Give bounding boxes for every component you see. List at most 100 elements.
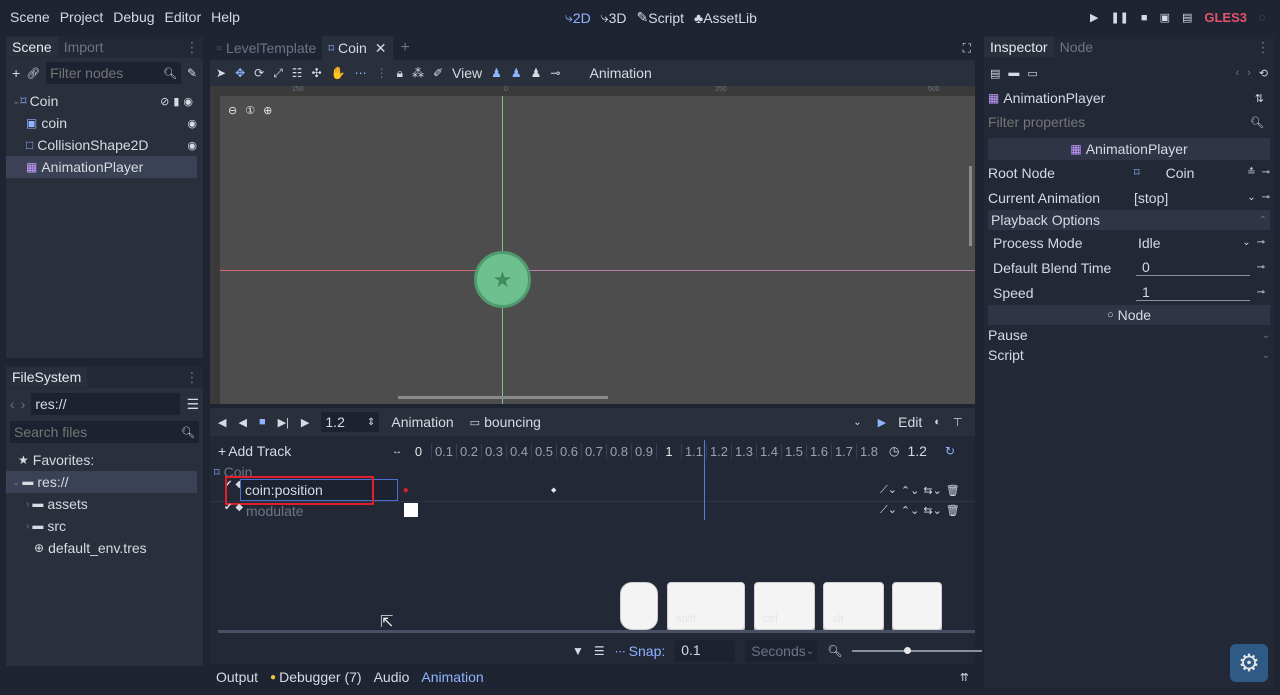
process-mode-select[interactable]: Idle ⌄ ⊸ [1138, 235, 1265, 251]
open-resource-icon[interactable]: ▬ [1008, 67, 1019, 79]
script-tool-icon[interactable]: ✎ [187, 66, 197, 80]
anim-position-spinbox[interactable]: 1.2 ⇕ [321, 412, 380, 432]
play-scene-icon[interactable]: ▣ [1160, 11, 1170, 24]
bones-icon[interactable]: ✐ [433, 66, 443, 80]
track-list-icon[interactable]: ☰ [594, 644, 605, 658]
section-playback-options[interactable]: Playback Options ⌃ [988, 210, 1270, 230]
pin-icon[interactable]: ⊤ [953, 416, 963, 429]
onion-skin-icon[interactable]: ◐ [934, 416, 941, 428]
track-name-modulate[interactable]: modulate [246, 503, 304, 519]
split-view-icon[interactable]: ☰ [186, 396, 199, 413]
key-icon[interactable]: ⊸ [1262, 167, 1270, 178]
workspace-2d[interactable]: ⤷ 2D [565, 9, 591, 26]
tab-audio[interactable]: Audio [374, 669, 410, 685]
expand-panel-icon[interactable]: ⇈ [960, 671, 969, 684]
tab-animation[interactable]: Animation [421, 669, 483, 685]
key-icon[interactable]: ⊸ [1257, 262, 1265, 273]
snap-step-field[interactable]: 0.1 [675, 640, 736, 662]
nav-forward-icon[interactable]: › [21, 396, 26, 412]
add-track-button[interactable]: + Add Track ↔ [210, 443, 406, 459]
save-resource-icon[interactable]: ▭ [1027, 67, 1037, 80]
workspace-3d[interactable]: ⤷ 3D [601, 9, 627, 26]
key-icon[interactable]: ⊸ [1262, 192, 1270, 203]
fit-width-icon[interactable]: ↔ [392, 446, 402, 457]
add-node-icon[interactable]: + [12, 65, 20, 81]
animation-menu-button[interactable]: Animation [391, 414, 453, 430]
keyframe-marker[interactable]: ◆ [403, 486, 408, 494]
history-icon[interactable]: ⟲ [1259, 67, 1268, 80]
play-backwards-icon[interactable]: ◀ [218, 416, 226, 429]
timeline-scrollbar[interactable] [218, 630, 975, 633]
key-scale-icon[interactable]: ♟ [531, 66, 542, 80]
keyframe-color-swatch[interactable] [404, 503, 418, 517]
timeline-zoom-slider[interactable] [852, 647, 983, 654]
clear-icon[interactable]: ≛ [1247, 167, 1255, 178]
dock-menu-icon[interactable]: ⋮ [185, 369, 199, 386]
object-properties-icon[interactable]: ⇅ [1255, 92, 1264, 105]
autoplay-icon[interactable]: ▶ [878, 416, 886, 429]
fs-file-default-env[interactable]: ⊕ default_env.tres [6, 537, 203, 559]
visibility-eye-icon[interactable]: ◉ [187, 117, 197, 130]
section-script[interactable]: Script ⌄ [988, 345, 1270, 365]
tree-node-coin-root[interactable]: ⌄ ⌑ Coin ⊘▮◉ [6, 90, 203, 112]
blend-time-field[interactable]: 0 ⊸ [1136, 259, 1265, 276]
key-rotation-icon[interactable]: ♟ [511, 66, 522, 80]
coin-sprite[interactable]: ★ [474, 251, 531, 308]
tab-inspector[interactable]: Inspector [984, 37, 1054, 57]
tab-filesystem[interactable]: FileSystem [6, 367, 88, 387]
nav-back-icon[interactable]: ‹ [10, 396, 15, 412]
tab-node[interactable]: Node [1054, 37, 1099, 57]
update-mode-icon[interactable]: ⟋⌄ [880, 503, 897, 517]
play-backwards-start-icon[interactable]: ◀ [238, 416, 246, 429]
loop-icon[interactable]: ↻ [945, 444, 955, 458]
tree-node-collisionshape[interactable]: □ CollisionShape2D ◉ [6, 134, 203, 156]
pivot-tool-icon[interactable]: ✣ [312, 66, 322, 80]
scale-tool-icon[interactable]: ⤢ [273, 66, 283, 81]
tab-leveltemplate[interactable]: ○ LevelTemplate [210, 36, 322, 60]
update-mode-icon[interactable]: ⟋⌄ [880, 483, 897, 497]
move-tool-icon[interactable]: ✥ [235, 66, 245, 80]
zoom-out-icon[interactable]: ⊖ [228, 104, 237, 117]
keyframe-marker[interactable]: ◆ [551, 486, 556, 494]
current-animation-select[interactable]: [stop] ⌄ ⊸ [1134, 190, 1270, 206]
tab-scene[interactable]: Scene [6, 37, 58, 57]
stop-icon[interactable]: ■ [1141, 12, 1148, 24]
canvas-viewport[interactable]: 250 0 250 500 ⊖ ① ⊕ ★ [210, 86, 975, 404]
menu-project[interactable]: Project [60, 9, 104, 25]
fs-folder-src[interactable]: › ▬ src [6, 515, 203, 537]
loop-wrap-icon[interactable]: ⇆⌄ [923, 504, 941, 517]
track-enable-checkbox[interactable]: ✔ [224, 502, 232, 513]
workspace-assetlib[interactable]: ♣ AssetLib [694, 10, 757, 26]
fs-root-item[interactable]: ⌄ ▬ res:// [6, 471, 197, 493]
menu-scene[interactable]: Scene [10, 9, 50, 25]
tree-node-coin[interactable]: ▣ coin ◉ [6, 112, 203, 134]
link-icon[interactable]: 🔗︎ [26, 67, 40, 80]
zoom-in-icon[interactable]: ⊕ [263, 104, 272, 117]
select-tool-icon[interactable]: ➤ [216, 66, 226, 80]
path-field[interactable]: res:// [35, 396, 66, 412]
tab-import[interactable]: Import [58, 37, 110, 57]
interp-mode-icon[interactable]: ⌃⌄ [901, 504, 919, 517]
key-insert-icon[interactable]: ⊸ [550, 66, 560, 80]
slider-grabber[interactable] [904, 647, 912, 654]
play-start-icon[interactable]: ▶| [278, 416, 289, 429]
snap-toggle[interactable]: ⋯ Snap: [615, 643, 666, 659]
play-icon[interactable]: ▶ [301, 416, 309, 429]
tab-debugger[interactable]: ● Debugger (7) [270, 669, 362, 685]
workspace-script[interactable]: ✎ Script [637, 9, 685, 26]
animation-length-field[interactable]: 1.2 [907, 443, 926, 459]
distraction-free-icon[interactable]: ⛶ [963, 41, 971, 56]
tab-output[interactable]: Output [216, 669, 258, 685]
animation-menu[interactable]: Animation [589, 65, 651, 81]
filter-nodes-input[interactable] [50, 65, 151, 81]
play-custom-icon[interactable]: ▤ [1182, 11, 1192, 24]
rotate-tool-icon[interactable]: ⟳ [254, 66, 264, 80]
close-icon[interactable]: ✕ [375, 40, 387, 57]
lock-icon[interactable]: 🔒︎ [397, 66, 403, 81]
node-status-icons[interactable]: ⊘▮◉ [160, 95, 197, 108]
zoom-reset-icon[interactable]: ① [245, 104, 255, 117]
root-node-field[interactable]: ⌑ Coin ≛ ⊸ [1134, 165, 1270, 181]
snap-unit-select[interactable]: Seconds ⌄ [745, 640, 818, 662]
more-icon[interactable]: ⋮ [376, 66, 388, 80]
fs-folder-assets[interactable]: › ▬ assets [6, 493, 203, 515]
